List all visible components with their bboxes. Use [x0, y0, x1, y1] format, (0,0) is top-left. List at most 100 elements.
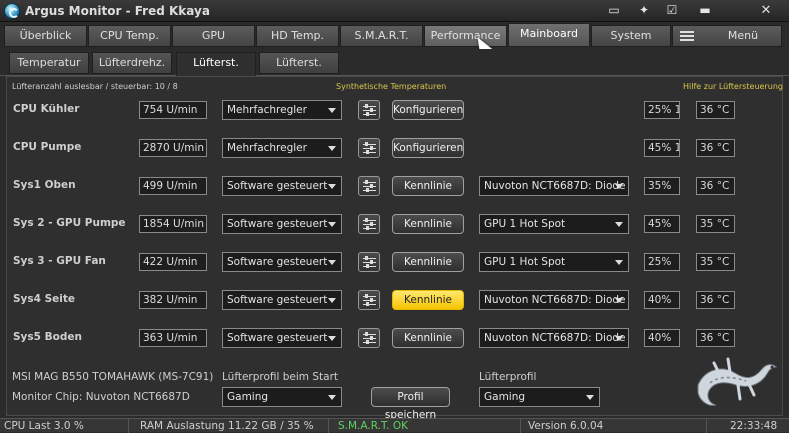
- fan-name: Sys 2 - GPU Pumpe: [13, 217, 126, 229]
- configure-button[interactable]: Konfigurieren: [392, 100, 464, 120]
- fan-settings-button[interactable]: [358, 328, 380, 348]
- window-title: Argus Monitor - Fred Kkaya: [25, 4, 210, 18]
- fan-rpm-value: 754 U/min: [139, 101, 207, 119]
- chevron-down-icon: [328, 336, 336, 341]
- fan-rpm-value: 382 U/min: [139, 291, 207, 309]
- tab-uberblick[interactable]: Überblick: [4, 25, 87, 47]
- temp-source-value: Nuvoton NCT6687D: Diode: [484, 332, 626, 344]
- fan-percent-value: 45%: [644, 215, 680, 233]
- fan-help-link[interactable]: Hilfe zur Lüftersteuerung: [683, 82, 783, 91]
- fan-percent-value: 35%: [644, 177, 680, 195]
- fan-mode-value: Mehrfachregler: [227, 142, 307, 154]
- fan-name: Sys1 Oben: [13, 179, 76, 191]
- fan-mode-select[interactable]: Software gesteuert: [222, 176, 342, 196]
- curve-button[interactable]: Kennlinie: [392, 252, 464, 272]
- fan-profile-value: Gaming: [484, 391, 526, 403]
- fan-name: Sys4 Seite: [13, 293, 76, 305]
- subtab-lufterdrehz[interactable]: Lüfterdrehz.: [92, 52, 172, 74]
- mainboard-name: MSI MAG B550 TOMAHAWK (MS-7C91): [12, 371, 214, 383]
- temp-source-select[interactable]: Nuvoton NCT6687D: Diode: [479, 290, 629, 310]
- fan-temp-value: 36 °C: [696, 101, 735, 119]
- subtab-lufterst-active[interactable]: Lüfterst.: [176, 52, 256, 77]
- temp-source-select[interactable]: GPU 1 Hot Spot: [479, 252, 629, 272]
- chevron-down-icon: [328, 222, 336, 227]
- subtab-temperatur[interactable]: Temperatur: [9, 52, 89, 74]
- configure-button[interactable]: Konfigurieren: [392, 138, 464, 158]
- fan-settings-button[interactable]: [358, 100, 380, 120]
- fan-settings-button[interactable]: [358, 176, 380, 196]
- smart-status: S.M.A.R.T. OK: [338, 420, 408, 432]
- fan-rpm-value: 1854 U/min: [139, 215, 207, 233]
- window-icon[interactable]: ▭: [606, 3, 622, 18]
- status-bar: CPU Last 3.0 % RAM Auslastung 11.22 GB /…: [0, 418, 789, 433]
- tab-hd-temp[interactable]: HD Temp.: [256, 25, 339, 47]
- tab-gpu[interactable]: GPU: [172, 25, 255, 47]
- version-status: Version 6.0.04: [528, 420, 604, 432]
- fan-settings-button[interactable]: [358, 138, 380, 158]
- close-button[interactable]: ✕: [744, 2, 788, 20]
- fan-settings-button[interactable]: [358, 214, 380, 234]
- chevron-down-icon: [615, 222, 623, 227]
- subtab-lufterst-2[interactable]: Lüfterst.: [259, 52, 339, 74]
- fan-profile-label: Lüfterprofil: [479, 371, 537, 383]
- fan-mode-select[interactable]: Software gesteuert: [222, 252, 342, 272]
- temp-source-select[interactable]: Nuvoton NCT6687D: Diode: [479, 176, 629, 196]
- tab-mainboard[interactable]: Mainboard: [508, 23, 590, 47]
- fan-mode-select[interactable]: Software gesteuert: [222, 290, 342, 310]
- tab-cpu-temp[interactable]: CPU Temp.: [88, 25, 171, 47]
- synthetic-temps-link[interactable]: Synthetische Temperaturen: [336, 82, 446, 91]
- chevron-down-icon: [586, 395, 594, 400]
- fan-temp-value: 36 °C: [696, 329, 735, 347]
- fan-settings-button[interactable]: [358, 290, 380, 310]
- fan-name: Sys5 Boden: [13, 331, 82, 343]
- pin-icon[interactable]: ✦: [636, 3, 652, 18]
- tab-system[interactable]: System: [591, 25, 671, 47]
- chevron-down-icon: [328, 395, 336, 400]
- fan-temp-value: 36 °C: [696, 139, 735, 157]
- fan-control-panel: [6, 76, 783, 416]
- tab-smart[interactable]: S.M.A.R.T.: [340, 25, 423, 47]
- curve-button-active[interactable]: Kennlinie: [392, 290, 464, 310]
- chevron-down-icon: [615, 260, 623, 265]
- fan-mode-value: Software gesteuert: [227, 256, 328, 268]
- startup-profile-select[interactable]: Gaming: [222, 387, 342, 407]
- minimize-icon[interactable]: ▬: [697, 3, 713, 18]
- curve-button[interactable]: Kennlinie: [392, 214, 464, 234]
- fan-mode-select[interactable]: Mehrfachregler: [222, 100, 342, 120]
- main-tab-bar: Überblick CPU Temp. GPU HD Temp. S.M.A.R…: [0, 22, 789, 49]
- fan-temp-value: 35 °C: [696, 215, 735, 233]
- ram-usage-status: RAM Auslastung 11.22 GB / 35 %: [140, 420, 314, 432]
- chevron-down-icon: [615, 184, 623, 189]
- curve-button[interactable]: Kennlinie: [392, 176, 464, 196]
- chevron-down-icon: [328, 146, 336, 151]
- cpu-load-status: CPU Last 3.0 %: [4, 420, 84, 432]
- fan-settings-button[interactable]: [358, 252, 380, 272]
- fan-percent-value: 25%: [644, 253, 680, 271]
- temp-source-select[interactable]: Nuvoton NCT6687D: Diode: [479, 328, 629, 348]
- temp-source-select[interactable]: GPU 1 Hot Spot: [479, 214, 629, 234]
- chevron-down-icon: [328, 298, 336, 303]
- fan-temp-value: 35 °C: [696, 253, 735, 271]
- temp-source-value: Nuvoton NCT6687D: Diode: [484, 180, 626, 192]
- save-profile-button[interactable]: Profil speichern: [371, 387, 450, 421]
- fan-mode-select[interactable]: Software gesteuert: [222, 214, 342, 234]
- curve-button[interactable]: Kennlinie: [392, 328, 464, 348]
- fan-mode-value: Mehrfachregler: [227, 104, 307, 116]
- tab-performance[interactable]: Performance: [424, 25, 507, 47]
- startup-profile-value: Gaming: [227, 391, 269, 403]
- chevron-down-icon: [615, 336, 623, 341]
- fan-profile-select[interactable]: Gaming: [479, 387, 600, 407]
- chevron-down-icon: [328, 108, 336, 113]
- temp-source-value: GPU 1 Hot Spot: [484, 218, 566, 230]
- fan-count-label: Lüfteranzahl auslesbar / steuerbar: 10 /…: [12, 82, 178, 91]
- chevron-down-icon: [328, 184, 336, 189]
- fan-percent-value: 25% 1: [644, 101, 680, 119]
- fan-mode-select[interactable]: Software gesteuert: [222, 328, 342, 348]
- fan-name: CPU Pumpe: [13, 141, 82, 153]
- fan-percent-value: 45% 1: [644, 139, 680, 157]
- fan-mode-select[interactable]: Mehrfachregler: [222, 138, 342, 158]
- temp-source-value: GPU 1 Hot Spot: [484, 256, 566, 268]
- checkbox-icon[interactable]: ☑: [664, 3, 680, 18]
- tab-menu[interactable]: Menü: [672, 25, 782, 47]
- fan-rpm-value: 422 U/min: [139, 253, 207, 271]
